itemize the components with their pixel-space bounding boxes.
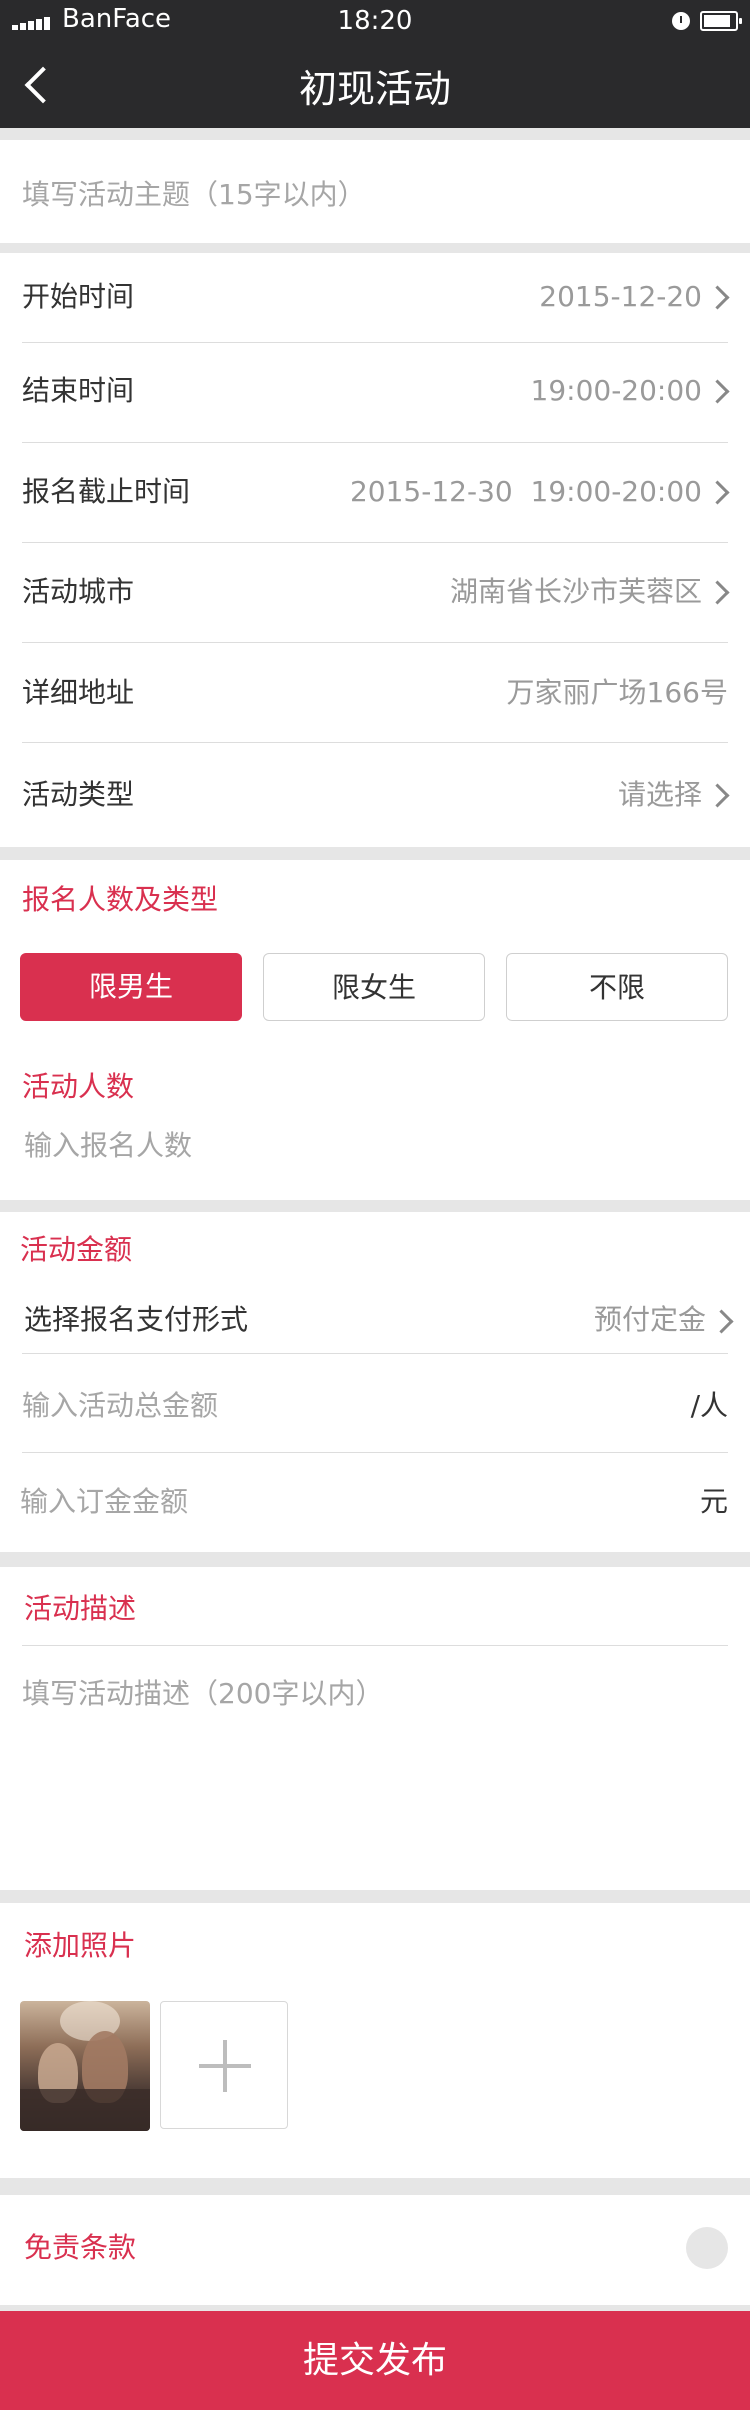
yuan-unit: 元	[699, 1485, 728, 1518]
description-section-title: 活动描述	[24, 1592, 137, 1625]
status-time: 18:20	[337, 6, 413, 36]
divider	[22, 1452, 728, 1453]
page-title: 初现活动	[298, 67, 451, 111]
per-person-unit: /人	[690, 1389, 728, 1422]
end-time-label: 结束时间	[22, 374, 135, 407]
description-section: 活动描述 填写活动描述（200字以内）	[0, 1567, 750, 1890]
address-row[interactable]: 详细地址 万家丽广场166号	[0, 643, 750, 741]
amount-section: 活动金额 选择报名支付形式 预付定金 输入活动总金额 /人 输入订金金额 元	[0, 1212, 750, 1552]
submit-button[interactable]: 提交发布	[0, 2311, 750, 2410]
end-time-value: 19:00-20:00	[530, 374, 703, 407]
option-unlimited[interactable]: 不限	[506, 953, 728, 1021]
total-amount-input[interactable]: 输入活动总金额	[22, 1386, 218, 1426]
chevron-right-icon	[705, 285, 730, 310]
status-bar: BanFace 18:20	[0, 0, 750, 40]
option-female-only[interactable]: 限女生	[263, 953, 485, 1021]
battery-icon	[700, 11, 742, 31]
photos-section-title: 添加照片	[24, 1929, 137, 1962]
amount-section-title: 活动金额	[20, 1233, 133, 1266]
start-time-label: 开始时间	[22, 280, 135, 313]
signup-section-title: 报名人数及类型	[22, 883, 219, 916]
divider	[22, 1645, 728, 1646]
activity-type-label: 活动类型	[22, 778, 135, 811]
address-value: 万家丽广场166号	[506, 676, 728, 709]
chevron-right-icon	[705, 480, 730, 505]
pay-method-row[interactable]: 选择报名支付形式 预付定金	[0, 1280, 750, 1370]
chevron-right-icon	[705, 580, 730, 605]
disclaimer-section: 免责条款	[0, 2195, 750, 2305]
city-row[interactable]: 活动城市 湖南省长沙市芙蓉区	[0, 543, 750, 641]
start-time-row[interactable]: 开始时间 2015-12-20	[0, 253, 750, 351]
start-time-value: 2015-12-20	[539, 280, 702, 313]
signup-deadline-value: 2015-12-30 19:00-20:00	[349, 475, 702, 508]
signup-deadline-label: 报名截止时间	[22, 475, 191, 508]
chevron-right-icon	[705, 783, 730, 808]
address-label: 详细地址	[22, 676, 135, 709]
chevron-right-icon	[705, 379, 730, 404]
add-photo-button[interactable]	[160, 2001, 288, 2129]
uploaded-photo-thumbnail[interactable]	[20, 2001, 150, 2131]
description-input[interactable]: 填写活动描述（200字以内）	[22, 1674, 383, 1714]
disclaimer-toggle[interactable]	[686, 2227, 728, 2269]
details-section: 开始时间 2015-12-20 结束时间 19:00-20:00 报名截止时间 …	[0, 253, 750, 847]
disclaimer-label: 免责条款	[24, 2231, 137, 2264]
option-male-only[interactable]: 限男生	[20, 953, 242, 1021]
deposit-amount-input[interactable]: 输入订金金额	[20, 1482, 188, 1522]
signup-section: 报名人数及类型 活动人数 输入报名人数	[0, 860, 750, 1200]
city-value: 湖南省长沙市芙蓉区	[449, 575, 702, 608]
signup-deadline-row[interactable]: 报名截止时间 2015-12-30 19:00-20:00	[0, 443, 750, 541]
divider	[22, 1353, 728, 1354]
activity-count-title: 活动人数	[22, 1070, 135, 1103]
topic-section: 填写活动主题（15字以内）	[0, 140, 750, 243]
create-activity-page: BanFace 18:20 初现活动 填写活动主题（15字以内） 开始时间 20…	[0, 0, 750, 2410]
pay-method-value: 预付定金	[593, 1303, 706, 1336]
activity-count-input[interactable]: 输入报名人数	[24, 1126, 192, 1166]
topic-input[interactable]: 填写活动主题（15字以内）	[22, 175, 366, 215]
city-label: 活动城市	[22, 575, 135, 608]
chevron-right-icon	[709, 1309, 734, 1334]
status-icons	[672, 10, 742, 32]
activity-type-value: 请选择	[617, 778, 702, 811]
activity-type-row[interactable]: 活动类型 请选择	[0, 743, 750, 841]
end-time-row[interactable]: 结束时间 19:00-20:00	[0, 343, 750, 441]
pay-method-label: 选择报名支付形式	[24, 1303, 249, 1336]
clock-icon	[672, 12, 690, 30]
nav-bar: 初现活动	[0, 40, 750, 128]
